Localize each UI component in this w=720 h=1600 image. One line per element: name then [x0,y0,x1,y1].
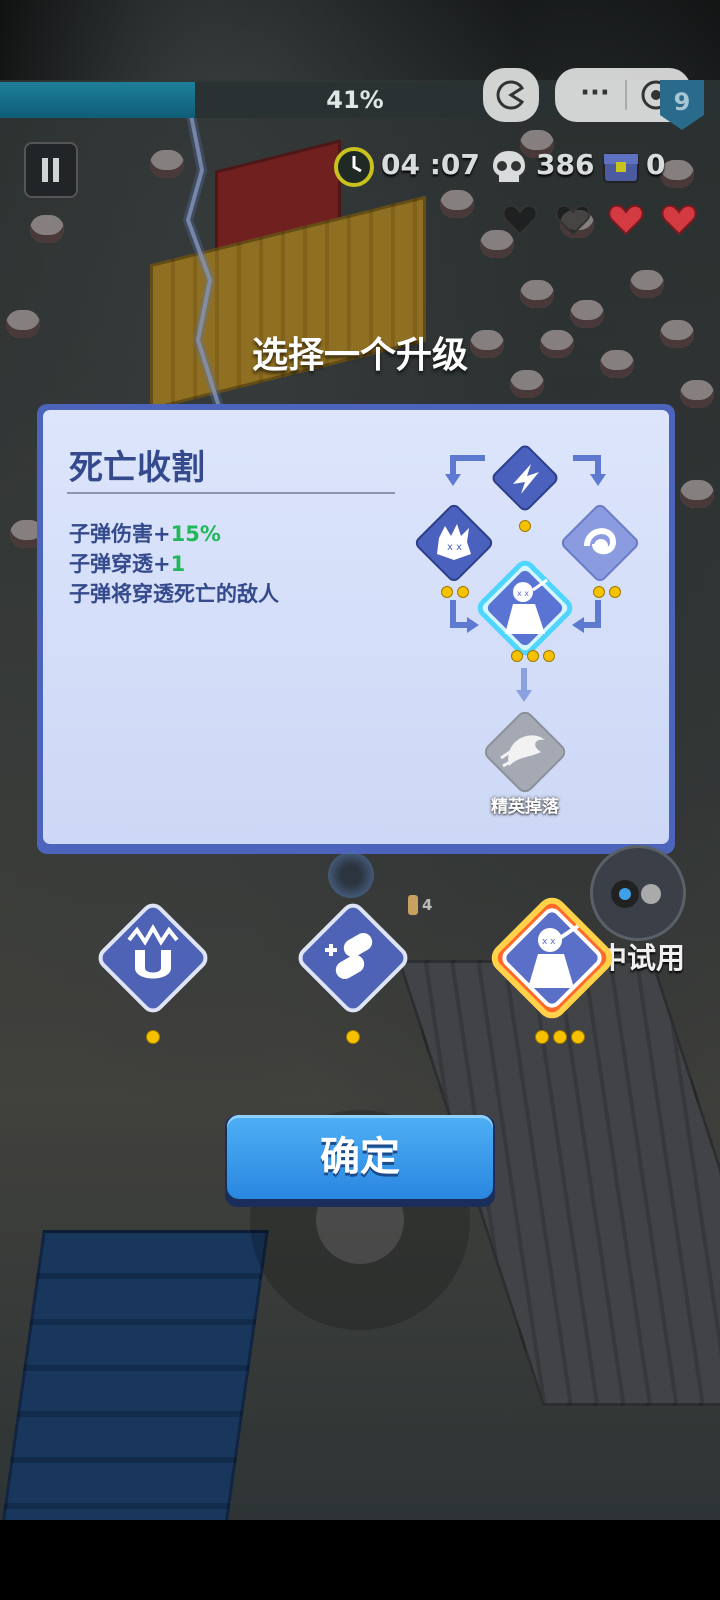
magnet-choice-dots [146,1030,160,1044]
ammo-count: 4 [422,896,433,914]
timer-text: 04 :07 [381,148,480,181]
svg-text:x x: x x [517,589,529,598]
left-node-dots [441,586,469,598]
heart-empty-icon [502,204,538,236]
upgrade-choice-magnet[interactable] [85,890,221,1026]
heart-full-icon [661,204,697,236]
svg-text:x x: x x [447,542,462,553]
kill-count: 386 [536,148,595,181]
chest-icon [603,153,639,183]
chest-count: 0 [646,148,666,181]
center-node-dots [511,650,555,662]
clock-icon [334,147,374,187]
bullet-choice-dots [346,1030,360,1044]
pacman-icon [496,80,525,110]
level-badge-number: 9 [673,88,691,116]
upgrade-choice-death-harvest-selected[interactable]: x x [478,884,626,1032]
confirm-label: 确定 [320,1134,400,1180]
more-button[interactable]: ··· [565,68,625,118]
svg-text:x x: x x [542,937,556,947]
heart-full-icon [608,204,644,236]
skill-name: 死亡收割 [69,448,205,488]
death-harvest-choice-dots [535,1030,585,1044]
progress-label: 41% [326,86,384,114]
progress-fill [0,82,195,118]
game-screen: 41% ··· 9 04 :07 386 0 选择一个升级 死亡收割 子弹伤害+… [0,0,720,1600]
heart-empty-icon [555,204,591,236]
right-node-dots [593,586,621,598]
pacman-button[interactable] [483,68,539,122]
stat-line-2: 子弹穿透+1 [69,552,186,576]
elite-drop-label: 精英掉落 [491,797,559,817]
upgrade-choice-extra-bullet[interactable] [285,890,421,1026]
stat-line-1: 子弹伤害+15% [69,522,221,546]
divider [67,492,395,494]
top-node-dots [519,520,531,532]
choose-upgrade-title: 选择一个升级 [251,335,468,376]
bottom-black-bar [0,1520,720,1600]
pause-button[interactable] [24,142,78,198]
stat-line-3: 子弹将穿透死亡的敌人 [69,582,279,606]
skull-icon [490,148,528,184]
elite-drop-node: 精英掉落 [473,700,577,820]
confirm-button[interactable]: 确定 [225,1115,495,1207]
death-harvest-node: x x [467,550,583,666]
upgrade-detail-panel: 死亡收割 子弹伤害+15% 子弹穿透+1 子弹将穿透死亡的敌人 x x x x … [37,404,675,854]
